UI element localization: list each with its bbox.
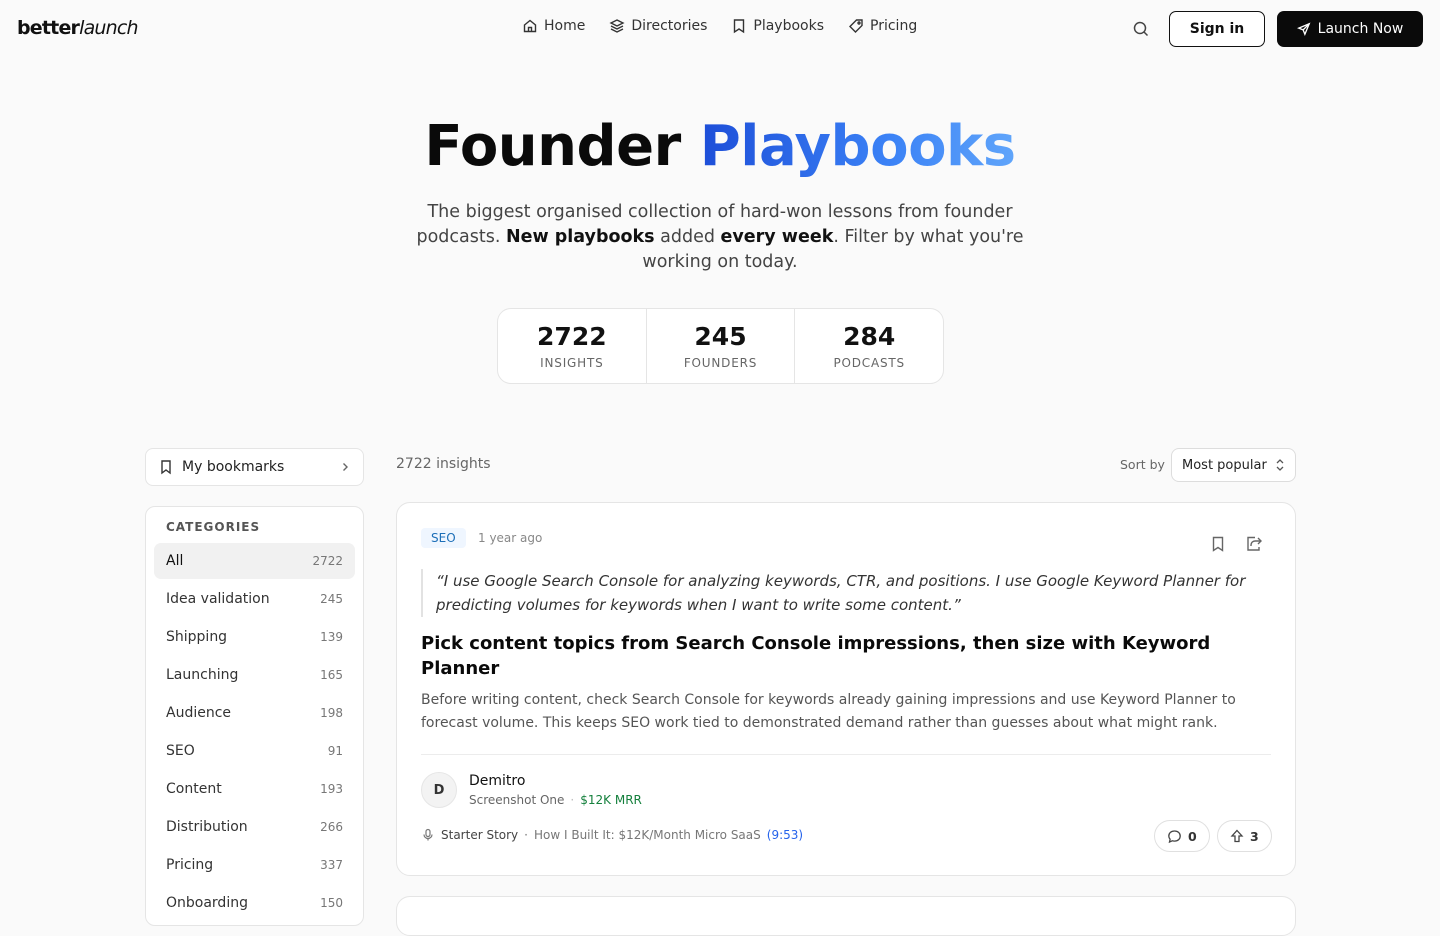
podcast-name: Starter Story <box>441 828 519 842</box>
chevron-up-down-icon <box>1275 458 1285 472</box>
bookmark-icon <box>1209 535 1227 553</box>
separator-dot: · <box>570 793 575 807</box>
author-mrr: $12K MRR <box>580 793 642 807</box>
share-icon <box>1245 535 1263 553</box>
chevron-right-icon <box>339 461 351 473</box>
arrow-up-icon <box>1230 829 1244 843</box>
categories-panel: CATEGORIES All 2722 Idea validation 245 … <box>145 506 364 926</box>
categories-heading: CATEGORIES <box>166 520 261 534</box>
post-age: 1 year ago <box>478 531 543 545</box>
page-title: Founder Playbooks <box>424 114 1016 179</box>
sort-select[interactable]: Most popular <box>1171 448 1296 482</box>
author-meta: Screenshot One · $12K MRR <box>469 793 642 807</box>
avatar[interactable]: D <box>421 772 457 808</box>
insight-card-next[interactable] <box>396 896 1296 936</box>
send-icon <box>1296 22 1311 36</box>
result-count: 2722 insights <box>396 456 491 472</box>
podcast-source[interactable]: Starter Story · How I Built It: $12K/Mon… <box>421 828 803 842</box>
category-content[interactable]: Content 193 <box>154 771 355 807</box>
insight-title[interactable]: Pick content topics from Search Console … <box>421 631 1261 681</box>
layers-icon <box>609 18 625 34</box>
my-bookmarks-button[interactable]: My bookmarks <box>145 448 364 486</box>
main-nav: Home Directories Playbooks Pricing <box>522 18 917 34</box>
bookmark-card-button[interactable] <box>1209 535 1227 553</box>
brand-logo[interactable]: betterlaunch <box>17 17 139 39</box>
comment-icon <box>1167 829 1182 844</box>
category-distribution[interactable]: Distribution 266 <box>154 809 355 845</box>
nav-directories[interactable]: Directories <box>609 18 707 34</box>
hero-subtitle: The biggest organised collection of hard… <box>416 202 1024 272</box>
category-pricing[interactable]: Pricing 337 <box>154 847 355 883</box>
card-divider <box>421 754 1271 755</box>
episode-title: How I Built It: $12K/Month Micro SaaS <box>533 828 761 842</box>
insight-card[interactable]: SEO 1 year ago “I use Google Search Cons… <box>396 502 1296 876</box>
stat-podcasts: 284 PODCASTS <box>833 322 905 370</box>
sort-label: Sort by <box>1120 457 1165 472</box>
search-icon <box>1131 19 1151 39</box>
nav-home[interactable]: Home <box>522 18 585 34</box>
category-onboarding[interactable]: Onboarding 150 <box>154 885 355 921</box>
comments-button[interactable]: 0 <box>1154 820 1210 852</box>
nav-pricing[interactable]: Pricing <box>848 18 917 34</box>
category-shipping[interactable]: Shipping 139 <box>154 619 355 655</box>
stat-founders: 245 FOUNDERS <box>647 309 796 383</box>
author-product: Screenshot One <box>469 793 565 807</box>
category-all[interactable]: All 2722 <box>154 543 355 579</box>
category-launching[interactable]: Launching 165 <box>154 657 355 693</box>
category-tag[interactable]: SEO <box>421 528 466 548</box>
category-audience[interactable]: Audience 198 <box>154 695 355 731</box>
category-seo[interactable]: SEO 91 <box>154 733 355 769</box>
upvote-button[interactable]: 3 <box>1217 820 1272 852</box>
book-icon <box>731 18 747 34</box>
episode-timestamp[interactable]: (9:53) <box>767 828 803 842</box>
sign-in-button[interactable]: Sign in <box>1169 11 1265 47</box>
category-idea-validation[interactable]: Idea validation 245 <box>154 581 355 617</box>
bookmark-icon <box>158 459 174 475</box>
nav-playbooks[interactable]: Playbooks <box>731 18 824 34</box>
author-name[interactable]: Demitro <box>469 773 525 789</box>
share-card-button[interactable] <box>1245 535 1263 553</box>
stats-panel: 2722 INSIGHTS 245 FOUNDERS 284 PODCASTS <box>497 308 944 384</box>
insight-description: Before writing content, check Search Con… <box>421 692 1236 731</box>
search-button[interactable] <box>1131 19 1151 39</box>
insight-quote: “I use Google Search Console for analyzi… <box>421 569 1261 617</box>
stat-insights: 2722 INSIGHTS <box>498 309 647 383</box>
tag-icon <box>848 18 864 34</box>
separator-dot: · <box>524 828 528 842</box>
microphone-icon <box>421 828 435 842</box>
house-icon <box>522 18 538 34</box>
top-navbar: betterlaunch Home Directories Playbooks … <box>0 0 1440 57</box>
launch-now-button[interactable]: Launch Now <box>1277 11 1423 47</box>
